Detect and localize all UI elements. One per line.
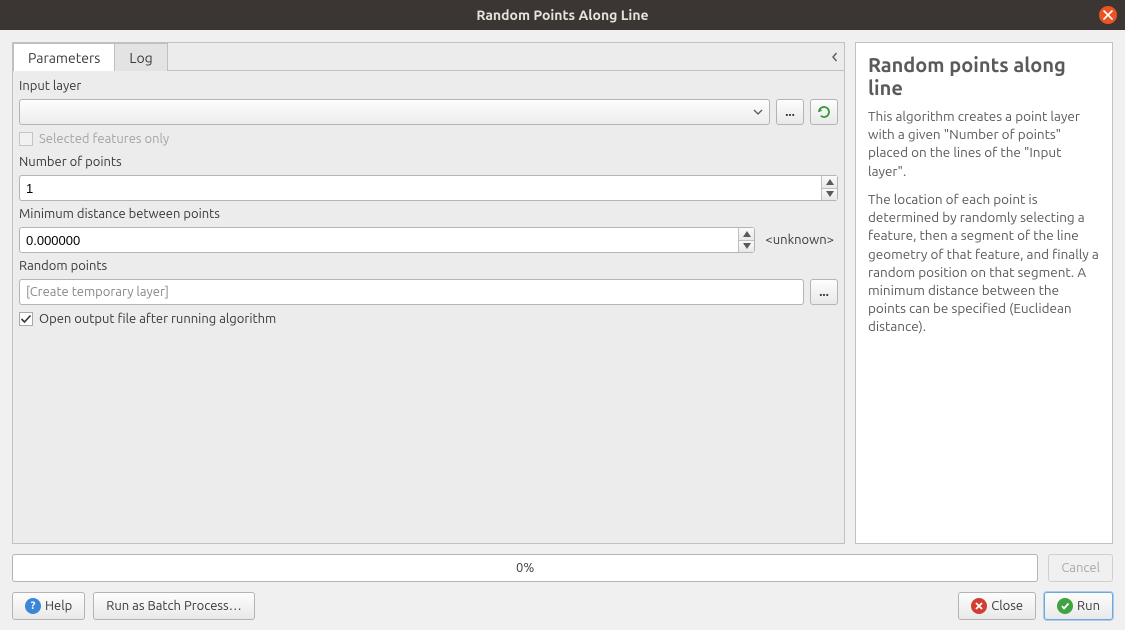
dialog-window: Spatial Bookmarks Random Points Along Li… <box>0 0 1125 630</box>
output-browse-button[interactable]: ... <box>810 279 838 305</box>
check-icon <box>20 313 32 325</box>
tab-log[interactable]: Log <box>114 43 167 71</box>
titlebar: Random Points Along Line <box>0 0 1125 30</box>
output-input[interactable]: [Create temporary layer] <box>19 279 804 305</box>
num-points-spinbox[interactable] <box>19 175 838 201</box>
help-button-label: Help <box>45 599 72 613</box>
input-layer-combo[interactable] <box>19 99 770 125</box>
bottom-left-group: ? Help Run as Batch Process… <box>12 592 255 620</box>
run-button-label: Run <box>1077 599 1100 613</box>
num-points-input[interactable] <box>20 176 821 200</box>
selected-only-checkbox <box>19 132 33 146</box>
min-dist-input[interactable] <box>20 228 738 252</box>
bottom-right-group: Close Run <box>958 592 1113 620</box>
help-para-1: This algorithm creates a point layer wit… <box>868 107 1100 180</box>
num-points-label: Number of points <box>19 153 838 171</box>
num-points-down[interactable] <box>822 189 837 201</box>
selected-only-label: Selected features only <box>39 132 169 146</box>
open-after-label: Open output file after running algorithm <box>39 312 276 326</box>
chevron-down-icon <box>753 107 763 117</box>
min-dist-spinbuttons <box>738 228 754 252</box>
tabs-row: Parameters Log <box>13 43 844 71</box>
close-icon[interactable] <box>1099 6 1117 24</box>
input-layer-iterate-button[interactable] <box>810 99 838 125</box>
help-panel: Random points along line This algorithm … <box>855 42 1113 544</box>
input-layer-row: ... <box>19 99 838 125</box>
num-points-up[interactable] <box>822 176 837 189</box>
dialog-body: Parameters Log Input layer ... <box>0 30 1125 630</box>
min-dist-unit: <unknown> <box>761 227 838 253</box>
num-points-row <box>19 175 838 201</box>
min-dist-up[interactable] <box>739 228 754 241</box>
close-button-label: Close <box>991 599 1023 613</box>
min-dist-down[interactable] <box>739 241 754 253</box>
tab-parameters[interactable]: Parameters <box>13 43 115 71</box>
close-x-icon <box>971 598 987 614</box>
help-icon: ? <box>25 598 41 614</box>
output-label: Random points <box>19 257 838 275</box>
open-after-checkbox[interactable] <box>19 312 33 326</box>
batch-button[interactable]: Run as Batch Process… <box>93 592 254 620</box>
progress-row: 0% Cancel <box>12 554 1113 582</box>
refresh-icon <box>816 104 832 120</box>
bottom-button-row: ? Help Run as Batch Process… Close Run <box>12 592 1113 620</box>
run-button[interactable]: Run <box>1044 592 1113 620</box>
min-dist-label: Minimum distance between points <box>19 205 838 223</box>
help-para-2: The location of each point is determined… <box>868 190 1100 336</box>
min-dist-row: <unknown> <box>19 227 838 253</box>
num-points-spinbuttons <box>821 176 837 200</box>
progress-bar: 0% <box>12 554 1038 582</box>
min-dist-spinbox[interactable] <box>19 227 755 253</box>
chevron-left-icon[interactable] <box>830 52 840 62</box>
tabs-overflow <box>168 43 844 71</box>
output-row: [Create temporary layer] ... <box>19 279 838 305</box>
form-area: Input layer ... Selected features only <box>13 71 844 543</box>
window-title: Random Points Along Line <box>476 7 648 23</box>
parameters-panel: Parameters Log Input layer ... <box>12 42 845 544</box>
close-button[interactable]: Close <box>958 592 1036 620</box>
input-layer-browse-button[interactable]: ... <box>776 99 804 125</box>
help-button[interactable]: ? Help <box>12 592 85 620</box>
check-circle-icon <box>1057 598 1073 614</box>
cancel-button: Cancel <box>1048 554 1113 582</box>
selected-only-row: Selected features only <box>19 129 838 149</box>
upper-area: Parameters Log Input layer ... <box>12 42 1113 544</box>
open-after-row: Open output file after running algorithm <box>19 309 838 329</box>
input-layer-label: Input layer <box>19 77 838 95</box>
help-title: Random points along line <box>868 53 1100 99</box>
